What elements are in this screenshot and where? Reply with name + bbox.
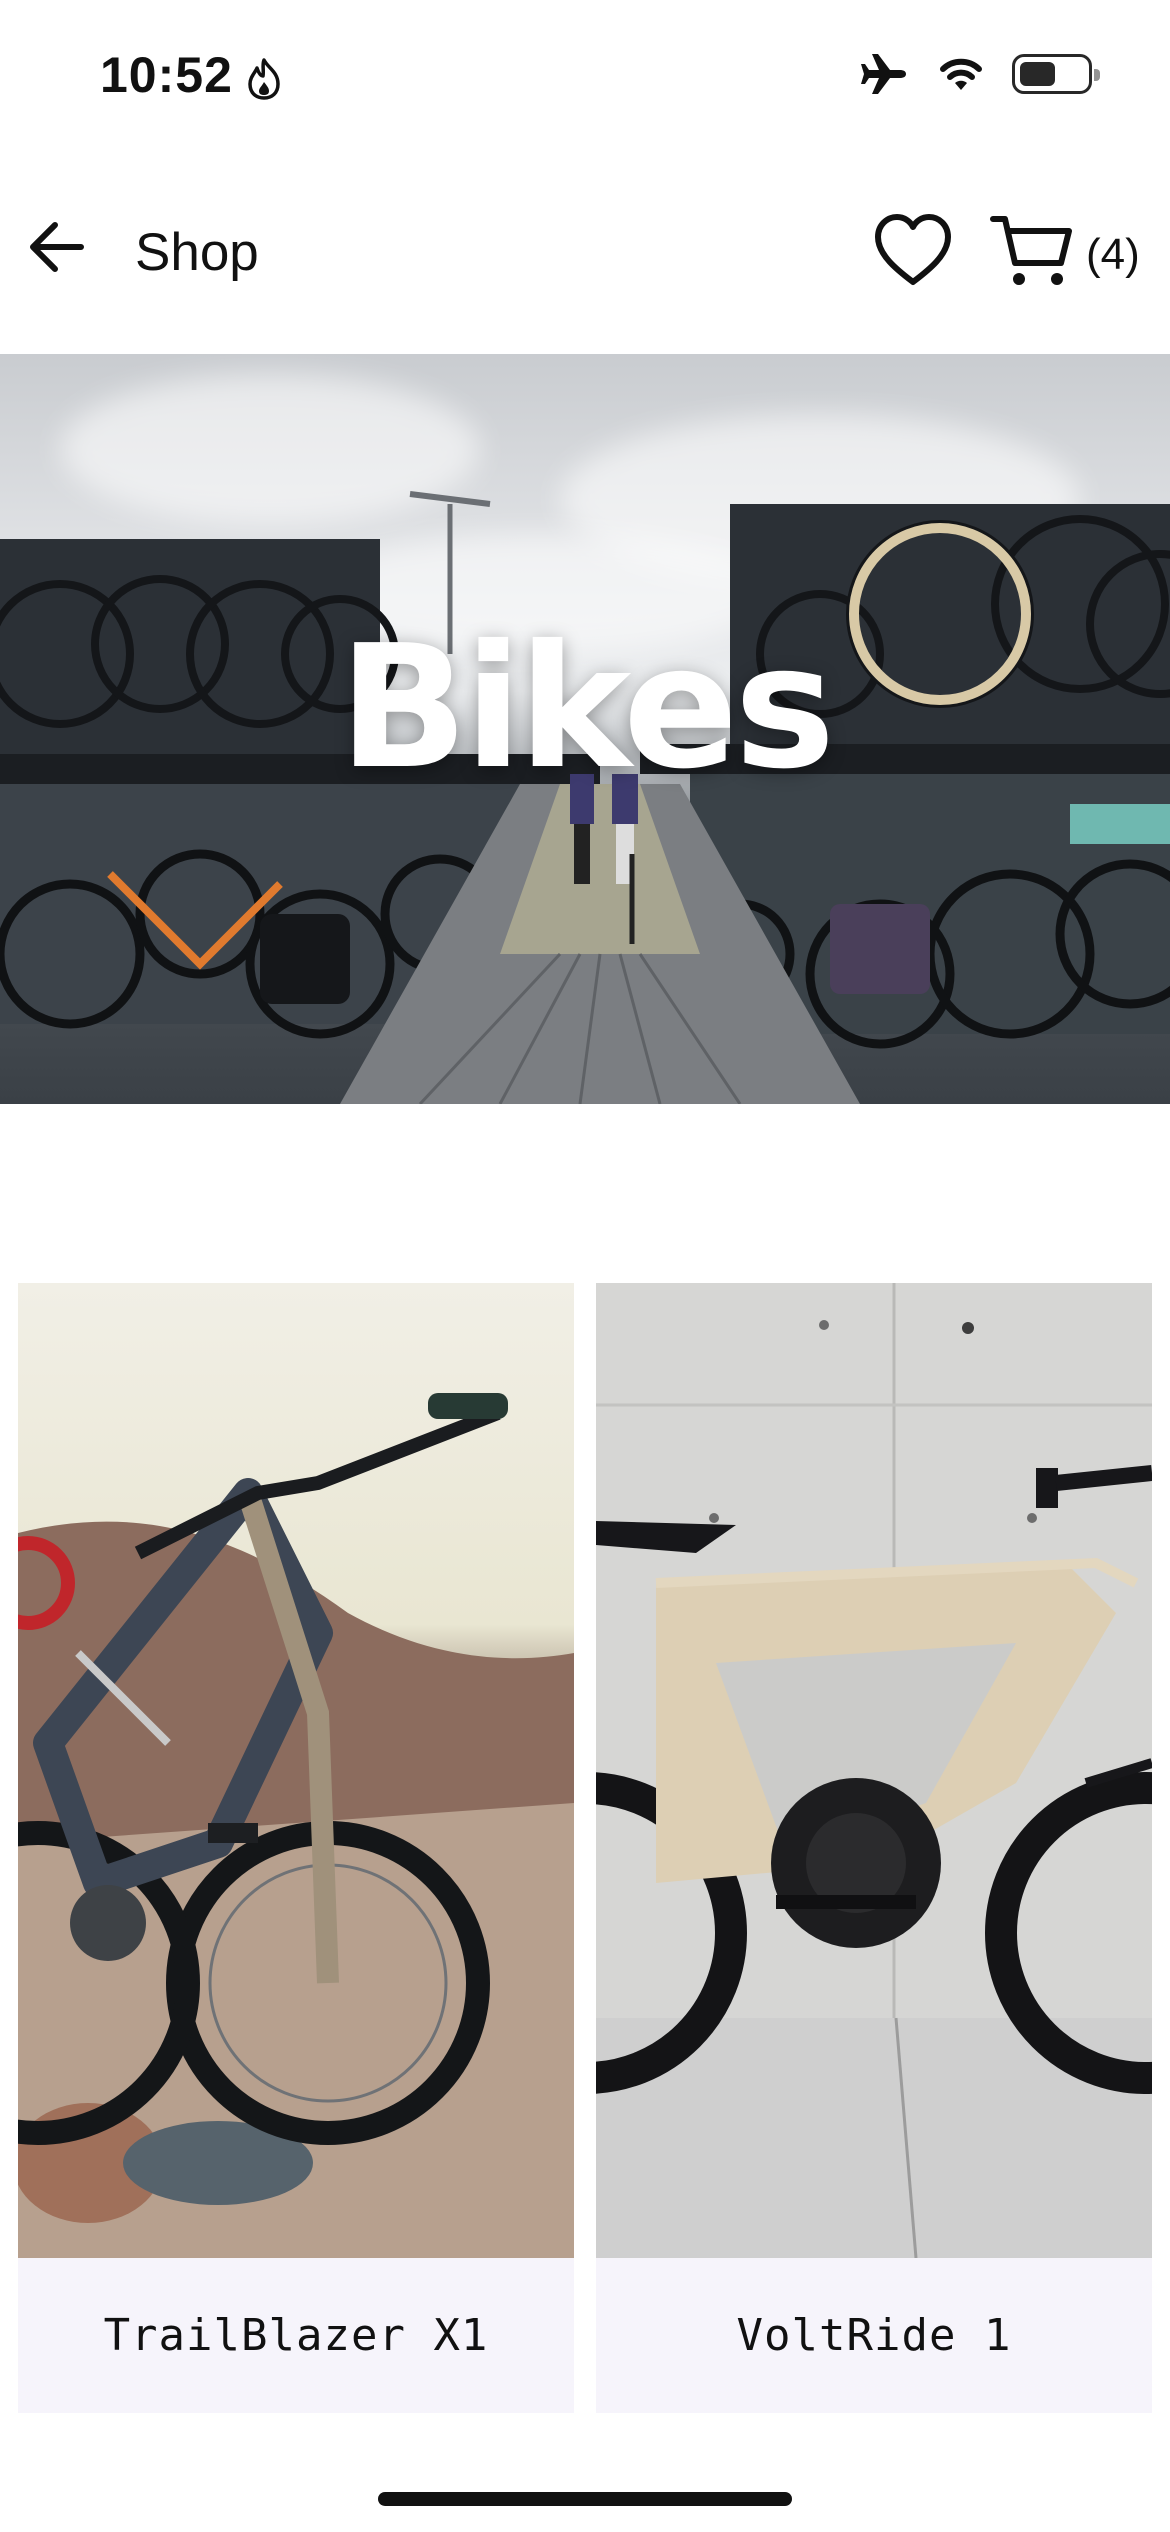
arrow-left-icon bbox=[30, 222, 84, 272]
top-nav-bar: Shop (4) bbox=[0, 180, 1170, 330]
cart-button[interactable] bbox=[982, 210, 1082, 294]
heart-icon bbox=[875, 214, 951, 285]
product-card[interactable]: VoltRide 1 bbox=[596, 1283, 1152, 2413]
cart-count-badge: (4) bbox=[1086, 230, 1140, 279]
status-time: 10:52 bbox=[100, 47, 233, 103]
hero-banner[interactable]: Bikes bbox=[0, 354, 1170, 1104]
battery-icon bbox=[1012, 54, 1100, 94]
airplane-icon bbox=[861, 54, 906, 94]
product-name: TrailBlazer X1 bbox=[103, 2310, 489, 2361]
home-indicator[interactable] bbox=[378, 2492, 792, 2506]
product-card[interactable]: TrailBlazer X1 bbox=[18, 1283, 574, 2413]
mountain-bike-photo bbox=[18, 1283, 574, 2258]
ebike-photo bbox=[596, 1283, 1152, 2258]
wifi-icon bbox=[940, 58, 982, 90]
page-title: Shop bbox=[135, 223, 259, 282]
flame-icon bbox=[248, 58, 280, 100]
hero-title: Bikes bbox=[338, 609, 836, 807]
product-name: VoltRide 1 bbox=[736, 2310, 1012, 2361]
cart-icon bbox=[990, 216, 1072, 285]
status-icons bbox=[860, 52, 1100, 96]
back-button[interactable] bbox=[22, 212, 92, 282]
favorites-button[interactable] bbox=[868, 208, 958, 292]
product-grid: TrailBlazer X1 VoltRide 1 bbox=[18, 1283, 1152, 2413]
status-bar: 10:52 bbox=[0, 0, 1170, 150]
